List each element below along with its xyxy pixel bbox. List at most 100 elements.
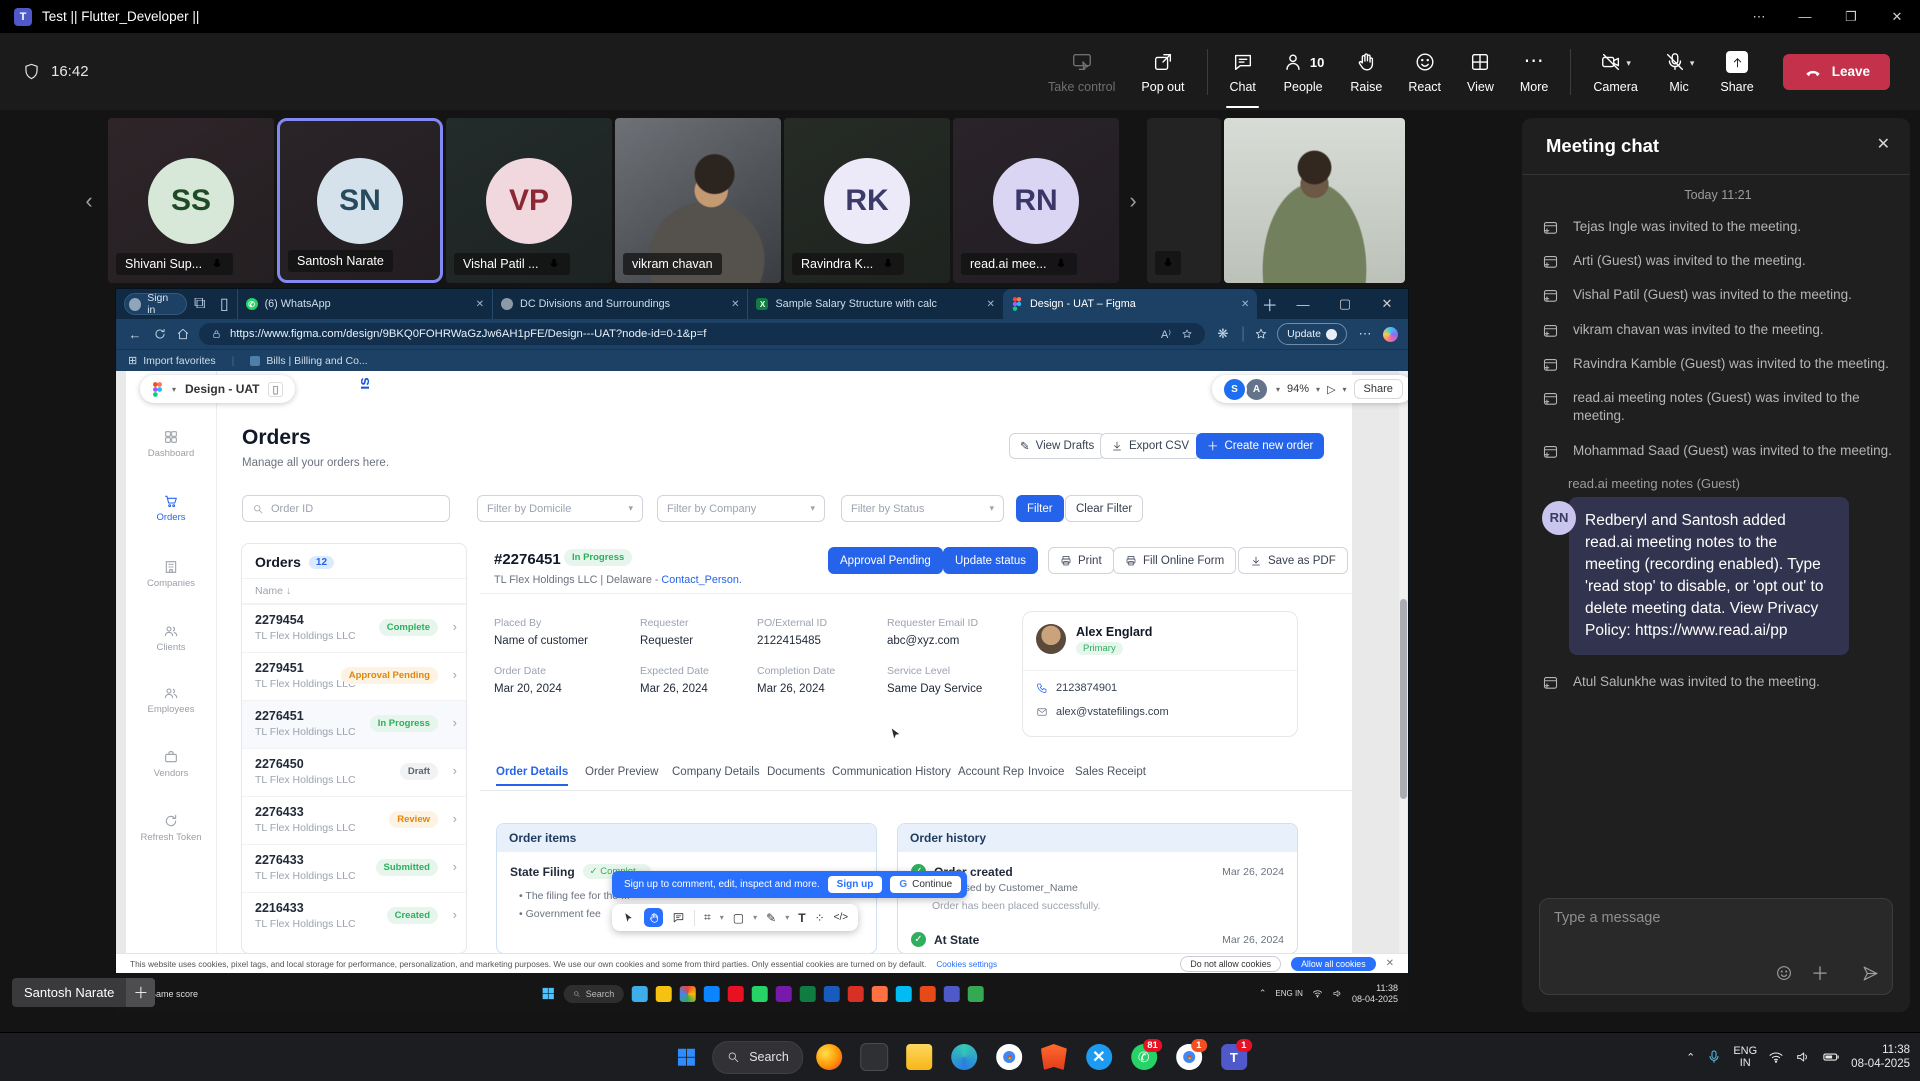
camera-options-chevron-icon[interactable]: ▾: [1626, 58, 1631, 69]
tab-order-preview[interactable]: Order Preview: [585, 766, 659, 778]
edge-icon[interactable]: [945, 1037, 983, 1077]
chevron-down-icon[interactable]: ▾: [1276, 385, 1280, 394]
shape-tool-icon[interactable]: ▢: [733, 911, 744, 925]
people-button[interactable]: 10 People: [1269, 49, 1337, 94]
create-new-order-button[interactable]: ＋Create new order: [1196, 433, 1324, 459]
tab-close-icon[interactable]: ✕: [1241, 299, 1249, 310]
language-indicator[interactable]: ENGIN: [1733, 1045, 1757, 1069]
browser-tab-figma-active[interactable]: Design - UAT – Figma✕: [1003, 289, 1257, 319]
participant-tile[interactable]: RN read.ai mee...: [953, 118, 1119, 283]
share-button[interactable]: Share: [1707, 49, 1766, 94]
figma-share-button[interactable]: Share: [1354, 379, 1403, 399]
scrollbar-thumb[interactable]: [1400, 599, 1407, 799]
figma-logo-icon[interactable]: [152, 382, 163, 397]
tab-invoice[interactable]: Invoice: [1028, 766, 1064, 778]
chat-input-box[interactable]: Type a message ＋: [1539, 898, 1893, 995]
favorite-star-icon[interactable]: [1181, 328, 1193, 340]
chat-button[interactable]: Chat: [1217, 49, 1269, 94]
url-text[interactable]: https://www.figma.com/design/9BKQ0FOHRWa…: [230, 328, 706, 340]
react-button[interactable]: React: [1395, 49, 1454, 94]
shared-taskbar-app-icon[interactable]: [943, 986, 959, 1002]
sidebar-item-refresh-token[interactable]: Refresh Token: [126, 813, 216, 843]
dev-mode-icon[interactable]: </>: [834, 912, 848, 923]
blue-x-app-icon[interactable]: ✕: [1080, 1037, 1118, 1077]
back-icon[interactable]: ←: [126, 327, 144, 342]
emoji-icon[interactable]: [1775, 964, 1793, 982]
shared-taskbar-app-icon[interactable]: [919, 986, 935, 1002]
restore-icon[interactable]: ❐: [1828, 0, 1874, 33]
copilot-icon[interactable]: [1383, 327, 1398, 342]
address-bar[interactable]: https://www.figma.com/design/9BKQ0FOHRWa…: [199, 323, 1205, 345]
widget-label[interactable]: Game score: [149, 989, 198, 999]
browser-maximize-icon[interactable]: ▢: [1324, 289, 1366, 319]
collaborator-avatar[interactable]: S: [1222, 377, 1247, 402]
mic-button[interactable]: ▾ Mic: [1651, 49, 1708, 94]
camera-button[interactable]: ▾ Camera: [1580, 49, 1650, 94]
shared-taskbar-app-icon[interactable]: [799, 986, 815, 1002]
chevron-down-icon[interactable]: ▾: [172, 385, 176, 394]
tab-close-icon[interactable]: ✕: [987, 299, 995, 310]
shared-taskbar-app-icon[interactable]: [775, 986, 791, 1002]
update-status-button[interactable]: Update status: [943, 547, 1038, 574]
tab-account-rep[interactable]: Account Rep: [958, 766, 1024, 778]
pen-tool-icon[interactable]: ✎: [766, 911, 776, 925]
move-tool-icon[interactable]: [622, 911, 635, 924]
sidebar-item-vendors[interactable]: Vendors: [126, 749, 216, 779]
order-row[interactable]: 2276450TL Flex Holdings LLC Draft ›: [242, 748, 466, 796]
shared-taskbar-app-icon[interactable]: [895, 986, 911, 1002]
minimize-icon[interactable]: —: [1782, 0, 1828, 33]
sidebar-item-clients[interactable]: Clients: [126, 623, 216, 653]
cookie-close-icon[interactable]: ✕: [1386, 958, 1394, 969]
attach-plus-icon[interactable]: ＋: [1811, 960, 1829, 986]
more-button[interactable]: ⋯ More: [1507, 49, 1561, 94]
volume-icon[interactable]: [1795, 1049, 1811, 1065]
teams-icon[interactable]: T 1: [1215, 1037, 1253, 1077]
chevron-down-icon[interactable]: ▾: [1316, 385, 1320, 394]
hand-tool-icon-active[interactable]: [644, 908, 663, 927]
participant-tile[interactable]: RK Ravindra K...: [784, 118, 950, 283]
frame-tool-icon[interactable]: ⌗: [704, 910, 711, 925]
shared-taskbar-app-icon[interactable]: [751, 986, 767, 1002]
browser-profile-button[interactable]: Sign in: [124, 293, 187, 315]
order-row-selected[interactable]: 2276451TL Flex Holdings LLC In Progress …: [242, 700, 466, 748]
send-icon[interactable]: [1861, 964, 1880, 983]
print-button[interactable]: Print: [1048, 547, 1114, 574]
present-play-icon[interactable]: ▷: [1327, 383, 1335, 396]
browser-tab-whatsapp[interactable]: ✆ (6) WhatsApp✕: [237, 289, 492, 319]
tray-mic-icon[interactable]: [1706, 1049, 1722, 1065]
deny-cookies-button[interactable]: Do not allow cookies: [1180, 956, 1281, 972]
titlebar-more-icon[interactable]: ⋯: [1736, 0, 1782, 33]
tab-communication-history[interactable]: Communication History: [832, 766, 951, 778]
fill-online-form-button[interactable]: Fill Online Form: [1113, 547, 1236, 574]
shared-taskbar-app-icon[interactable]: [655, 986, 671, 1002]
home-icon[interactable]: [176, 327, 190, 341]
order-row[interactable]: 2276433TL Flex Holdings LLC Submitted ›: [242, 844, 466, 892]
cookie-settings-link[interactable]: Cookies settings: [936, 959, 997, 969]
firefox-icon[interactable]: [810, 1037, 848, 1077]
participant-tile-video-large[interactable]: [1224, 118, 1405, 283]
chevron-down-icon[interactable]: ▾: [720, 913, 724, 922]
figma-doc-title[interactable]: Design - UAT: [185, 382, 259, 396]
clear-filter-button[interactable]: Clear Filter: [1065, 495, 1143, 522]
browser-close-icon[interactable]: ✕: [1366, 289, 1408, 319]
tab-close-icon[interactable]: ✕: [731, 299, 739, 310]
close-icon[interactable]: ✕: [1874, 0, 1920, 33]
participant-tile[interactable]: SS Shivani Sup...: [108, 118, 274, 283]
filter-company-dropdown[interactable]: Filter by Company▾: [657, 495, 825, 522]
sort-arrow-icon[interactable]: ↓: [286, 585, 291, 597]
vertical-tabs-icon[interactable]: ▯: [212, 289, 237, 319]
import-favorites-button[interactable]: ⊞Import favorites: [128, 354, 216, 367]
contact-phone[interactable]: 2123874901: [1056, 682, 1117, 694]
mic-options-chevron-icon[interactable]: ▾: [1690, 58, 1695, 69]
orders-name-column[interactable]: Name ↓: [242, 579, 466, 604]
shared-taskbar-app-icon[interactable]: [727, 986, 743, 1002]
allow-cookies-button[interactable]: Allow all cookies: [1291, 957, 1376, 971]
shared-taskbar-app-icon[interactable]: [703, 986, 719, 1002]
contact-email[interactable]: alex@vstatefilings.com: [1056, 706, 1169, 718]
comment-tool-icon[interactable]: [672, 911, 685, 924]
sidebar-item-employees[interactable]: Employees: [126, 685, 216, 715]
approval-pending-button[interactable]: Approval Pending: [828, 547, 943, 574]
start-button[interactable]: [667, 1037, 705, 1077]
chat-message-list[interactable]: Today 11:21 Tejas Ingle was invited to t…: [1542, 188, 1894, 880]
actions-tool-icon[interactable]: ⁘: [815, 911, 825, 925]
